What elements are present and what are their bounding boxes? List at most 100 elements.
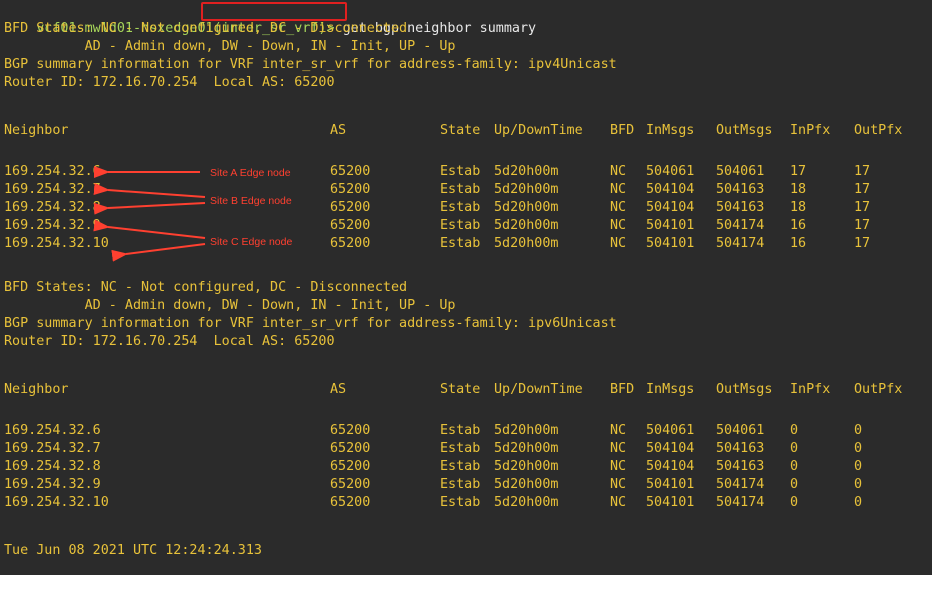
annotation-arrow: [111, 243, 206, 262]
cell-state: Estab: [440, 423, 481, 438]
table-header: Neighbor AS State Up/DownTime BFD InMsgs…: [4, 122, 902, 140]
cell-bfd: NC: [610, 495, 627, 510]
cell-inmsgs: 504104: [646, 441, 695, 456]
cell-uptime: 5d20h00m: [494, 477, 559, 492]
cell-as: 65200: [330, 423, 371, 438]
annotation-arrow: [93, 183, 206, 198]
cell-inpfx: 18: [790, 200, 807, 215]
cell-uptime: 5d20h00m: [494, 236, 559, 251]
cell-inpfx: 0: [790, 441, 799, 456]
cell-neighbor: 169.254.32.7: [4, 441, 101, 456]
cell-neighbor: 169.254.32.9: [4, 477, 101, 492]
cell-outmsgs: 504174: [716, 495, 765, 510]
bfd-legend-line: AD - Admin down, DW - Down, IN - Init, U…: [4, 39, 456, 54]
cell-outpfx: 0: [854, 441, 863, 456]
cell-neighbor: 169.254.32.8: [4, 200, 101, 215]
cell-bfd: NC: [610, 200, 627, 215]
cell-state: Estab: [440, 459, 481, 474]
cell-inpfx: 16: [790, 218, 807, 233]
cell-inpfx: 17: [790, 164, 807, 179]
cell-as: 65200: [330, 441, 371, 456]
header-as: AS: [330, 123, 347, 138]
header-inmsgs: InMsgs: [646, 382, 695, 397]
cell-uptime: 5d20h00m: [494, 441, 559, 456]
header-inpfx: InPfx: [790, 382, 831, 397]
bgp-summary-line: BGP summary information for VRF inter_sr…: [4, 57, 617, 72]
cell-state: Estab: [440, 495, 481, 510]
cell-outmsgs: 504163: [716, 441, 765, 456]
cell-neighbor: 169.254.32.10: [4, 236, 109, 251]
header-inmsgs: InMsgs: [646, 123, 695, 138]
cell-bfd: NC: [610, 441, 627, 456]
cell-outpfx: 17: [854, 236, 871, 251]
cell-as: 65200: [330, 200, 371, 215]
cell-bfd: NC: [610, 236, 627, 251]
header-uptime: Up/DownTime: [494, 123, 583, 138]
cell-neighbor: 169.254.32.10: [4, 495, 109, 510]
cell-inmsgs: 504061: [646, 164, 695, 179]
cell-bfd: NC: [610, 182, 627, 197]
cell-neighbor: 169.254.32.7: [4, 182, 101, 197]
header-uptime: Up/DownTime: [494, 382, 583, 397]
cell-as: 65200: [330, 218, 371, 233]
cell-inmsgs: 504104: [646, 200, 695, 215]
cell-outmsgs: 504163: [716, 459, 765, 474]
header-bfd: BFD: [610, 382, 635, 397]
header-as: AS: [330, 382, 347, 397]
header-inpfx: InPfx: [790, 123, 831, 138]
header-outmsgs: OutMsgs: [716, 382, 773, 397]
cell-inpfx: 18: [790, 182, 807, 197]
cell-bfd: NC: [610, 164, 627, 179]
cell-outmsgs: 504174: [716, 236, 765, 251]
cell-state: Estab: [440, 477, 481, 492]
cell-outmsgs: 504174: [716, 218, 765, 233]
table-header: Neighbor AS State Up/DownTime BFD InMsgs…: [4, 381, 902, 399]
cell-state: Estab: [440, 182, 481, 197]
cell-outmsgs: 504163: [716, 200, 765, 215]
cell-uptime: 5d20h00m: [494, 459, 559, 474]
cell-outmsgs: 504061: [716, 164, 765, 179]
cell-as: 65200: [330, 495, 371, 510]
cell-state: Estab: [440, 200, 481, 215]
cell-inmsgs: 504104: [646, 459, 695, 474]
cell-state: Estab: [440, 236, 481, 251]
cell-bfd: NC: [610, 218, 627, 233]
cell-uptime: 5d20h00m: [494, 218, 559, 233]
cell-bfd: NC: [610, 477, 627, 492]
bfd-legend-line: BFD States: NC - Not configured, DC - Di…: [4, 280, 408, 295]
cell-outpfx: 17: [854, 182, 871, 197]
cell-as: 65200: [330, 164, 371, 179]
header-outmsgs: OutMsgs: [716, 123, 773, 138]
header-outpfx: OutPfx: [854, 123, 903, 138]
cell-outpfx: 0: [854, 477, 863, 492]
header-state: State: [440, 382, 481, 397]
cell-outpfx: 17: [854, 200, 871, 215]
cell-inmsgs: 504061: [646, 423, 695, 438]
header-neighbor: Neighbor: [4, 123, 69, 138]
cell-uptime: 5d20h00m: [494, 495, 559, 510]
bfd-legend-line: BFD States: NC - Not configured, DC - Di…: [4, 21, 408, 36]
command-line: vcf01-mwld01-nsxedge01(inter_sr_vrf)> ge…: [4, 2, 536, 36]
annotation-site-a: Site A Edge node: [210, 167, 291, 179]
prompt-line[interactable]: vcf01-mwld01-nsxedge01(inter_sr_vrf)>: [4, 560, 354, 575]
cell-inpfx: 0: [790, 459, 799, 474]
router-id-line: Router ID: 172.16.70.254 Local AS: 65200: [4, 334, 335, 349]
annotation-arrow: [93, 202, 206, 215]
cell-uptime: 5d20h00m: [494, 200, 559, 215]
cell-state: Estab: [440, 441, 481, 456]
cell-outmsgs: 504061: [716, 423, 765, 438]
terminal-window[interactable]: vcf01-mwld01-nsxedge01(inter_sr_vrf)> ge…: [0, 0, 932, 575]
cell-state: Estab: [440, 164, 481, 179]
cell-bfd: NC: [610, 459, 627, 474]
cell-as: 65200: [330, 459, 371, 474]
cell-inmsgs: 504101: [646, 477, 695, 492]
cell-uptime: 5d20h00m: [494, 164, 559, 179]
cell-uptime: 5d20h00m: [494, 423, 559, 438]
bfd-legend-line: AD - Admin down, DW - Down, IN - Init, U…: [4, 298, 456, 313]
cell-outpfx: 17: [854, 164, 871, 179]
cell-outmsgs: 504174: [716, 477, 765, 492]
cell-inpfx: 0: [790, 495, 799, 510]
cell-inmsgs: 504101: [646, 218, 695, 233]
cell-neighbor: 169.254.32.6: [4, 423, 101, 438]
cell-as: 65200: [330, 477, 371, 492]
